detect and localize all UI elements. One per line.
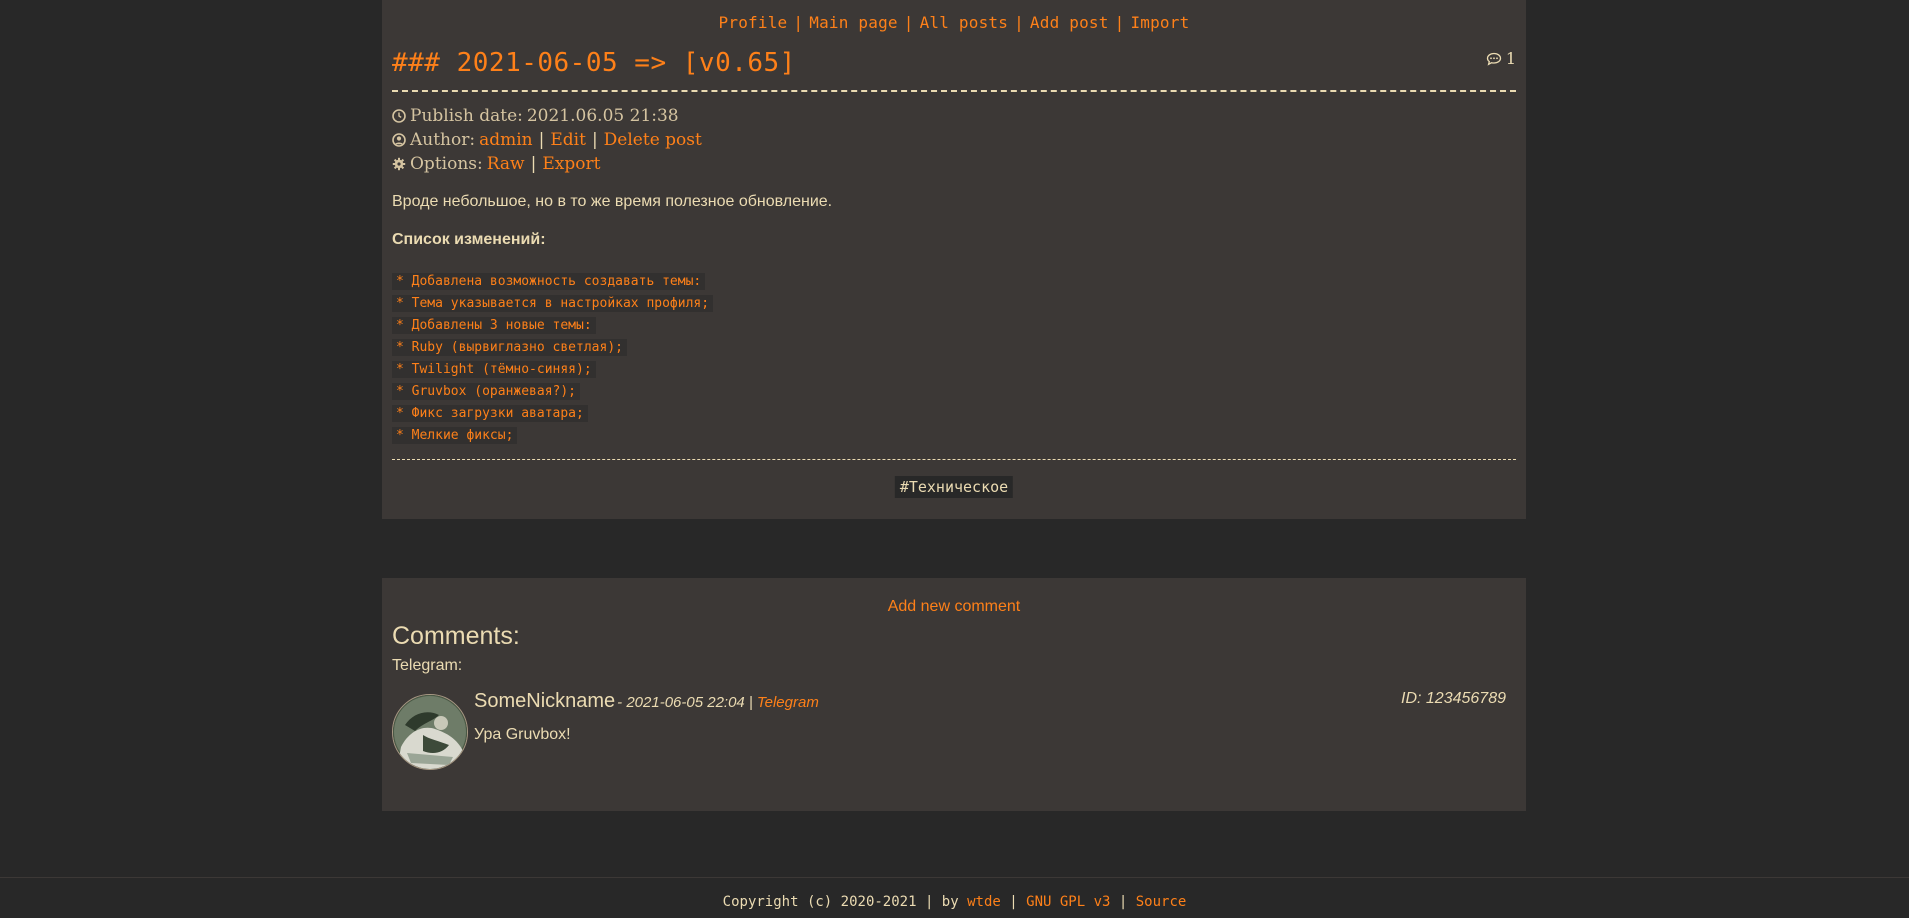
- nav-import-link[interactable]: Import: [1130, 13, 1189, 32]
- change-item: * Тема указывается в настройках профиля;: [392, 292, 714, 314]
- nav-separator: |: [903, 13, 914, 32]
- avatar: [392, 694, 468, 770]
- footer-separator: |: [1009, 894, 1018, 910]
- options-separator: |: [530, 154, 537, 174]
- tag-link[interactable]: #Техническое: [894, 476, 1014, 498]
- change-item: * Фикс загрузки аватара;: [392, 402, 713, 424]
- comment-source-group: Telegram:: [392, 657, 463, 674]
- footer-copyright: Copyright (c) 2020-2021 | by: [722, 894, 959, 910]
- comment-user-id: ID: 123456789: [1401, 690, 1506, 707]
- delete-post-link[interactable]: Delete post: [604, 130, 702, 150]
- clock-icon: [392, 109, 406, 123]
- author-label: Author:: [410, 130, 476, 150]
- footer-license-link[interactable]: GNU GPL v3: [1026, 894, 1110, 910]
- publish-date-label: Publish date:: [410, 106, 523, 126]
- author-separator: |: [591, 130, 598, 150]
- nav-profile-link[interactable]: Profile: [719, 13, 788, 32]
- post-end-divider: [392, 459, 1516, 460]
- comment-date: - 2021-06-05 22:04 |: [617, 694, 753, 711]
- nav-add-post-link[interactable]: Add post: [1030, 13, 1109, 32]
- options-label: Options:: [410, 154, 483, 174]
- publish-date-row: Publish date: 2021.06.05 21:38: [392, 106, 679, 126]
- post-card: Profile | Main page | All posts | Add post | Imp…: [382, 0, 1526, 519]
- change-item: * Мелкие фиксы;: [392, 424, 713, 446]
- change-item: * Добавлена возможность создавать темы:: [392, 270, 713, 292]
- comment-source-link[interactable]: Telegram: [757, 694, 819, 711]
- changes-list: * Добавлена возможность создавать темы: …: [392, 270, 714, 446]
- author-separator: |: [538, 130, 545, 150]
- post-intro: Вроде небольшое, но в то же время полезн…: [392, 193, 833, 210]
- user-circle-icon: [392, 133, 406, 147]
- change-item: * Ruby (вырвиглазно светлая);: [392, 336, 713, 358]
- export-link[interactable]: Export: [542, 154, 600, 174]
- avatar-image: [393, 695, 467, 769]
- publish-date-value: 2021.06.05 21:38: [526, 106, 679, 126]
- comment-text: Ура Gruvbox!: [474, 726, 571, 743]
- comment-count-value: 1: [1505, 49, 1516, 68]
- gear-icon: [392, 157, 406, 171]
- comments-card: Add new comment Comments: Telegram: Some…: [382, 578, 1526, 811]
- comment-count[interactable]: 1: [1486, 49, 1516, 68]
- comment-header: SomeNickname - 2021-06-05 22:04 | Telegr…: [474, 690, 819, 713]
- comments-heading: Comments:: [392, 622, 520, 650]
- nav-all-posts-link[interactable]: All posts: [920, 13, 1009, 32]
- post-title: ### 2021-06-05 => [v0.65]: [392, 48, 796, 78]
- change-item: * Twilight (тёмно-синяя);: [392, 358, 713, 380]
- change-item: * Gruvbox (оранжевая?);: [392, 380, 713, 402]
- nav-separator: |: [1114, 13, 1125, 32]
- add-comment-link[interactable]: Add new comment: [382, 598, 1526, 616]
- nav-main-page-link[interactable]: Main page: [809, 13, 898, 32]
- author-row: Author: admin | Edit | Delete post: [392, 130, 702, 150]
- footer: Copyright (c) 2020-2021 | by wtde | GNU …: [0, 877, 1909, 918]
- title-divider: [392, 90, 1516, 92]
- nav-separator: |: [1014, 13, 1024, 32]
- raw-link[interactable]: Raw: [487, 154, 525, 174]
- footer-separator: |: [1118, 894, 1128, 910]
- comment-author: SomeNickname: [474, 690, 616, 712]
- comment-bubble-icon: [1486, 52, 1501, 66]
- author-link[interactable]: admin: [479, 130, 533, 150]
- footer-source-link[interactable]: Source: [1136, 894, 1187, 910]
- change-item: * Добавлены 3 новые темы:: [392, 314, 713, 336]
- top-navigation: Profile | Main page | All posts | Add post | Imp…: [382, 13, 1526, 32]
- edit-post-link[interactable]: Edit: [550, 130, 586, 150]
- options-row: Options: Raw | Export: [392, 154, 600, 174]
- footer-author-link[interactable]: wtde: [967, 894, 1001, 910]
- changes-heading: Список изменений:: [392, 231, 546, 248]
- nav-separator: |: [793, 13, 804, 32]
